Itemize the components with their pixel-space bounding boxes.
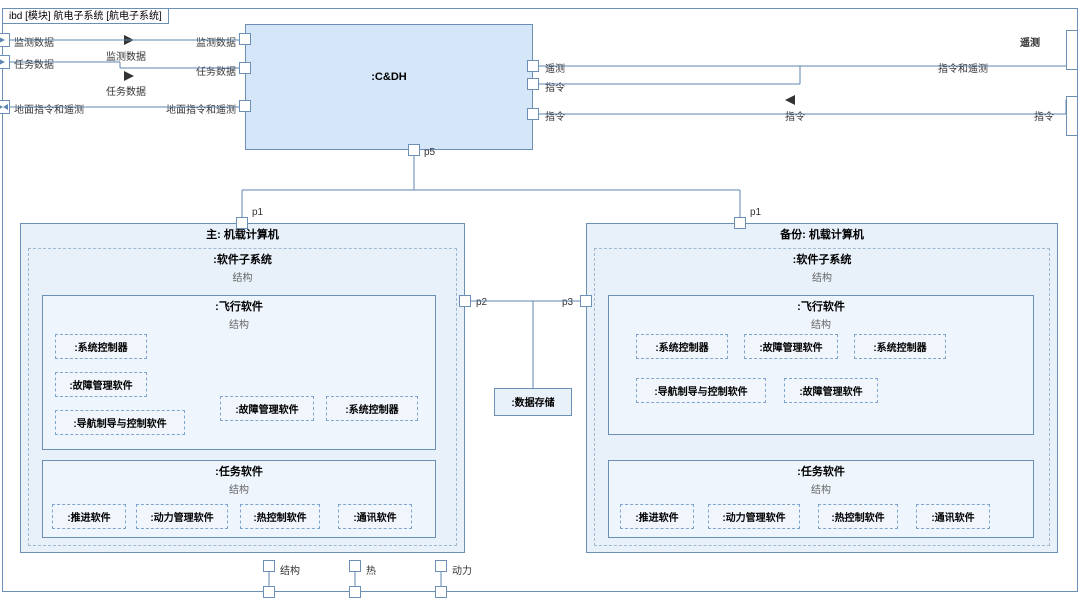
cdh-port-command-out[interactable]	[527, 78, 539, 90]
primary-struct-label: 结构	[29, 269, 456, 284]
bottom-port-heat[interactable]	[349, 560, 361, 572]
backup-port-p1[interactable]	[734, 217, 746, 229]
cdh-p5-label: p5	[424, 147, 435, 158]
cdh-port-ground[interactable]	[239, 100, 251, 112]
flow-lbl-monitor: 监测数据	[106, 48, 146, 63]
bk-part-fault2[interactable]: :故障管理软件	[784, 378, 878, 403]
cdh-port-mission[interactable]	[239, 62, 251, 74]
cdh-label-monitor: 监测数据	[178, 34, 236, 49]
boundary-label-ground: 地面指令和遥测	[14, 101, 84, 116]
backup-flightsw-struct: 结构	[609, 316, 1033, 331]
cdh-label-ground: 地面指令和遥测	[140, 101, 236, 116]
bk-part-nav[interactable]: :导航制导与控制软件	[636, 378, 766, 403]
primary-port-p1[interactable]	[236, 217, 248, 229]
bk-part-comm[interactable]: :通讯软件	[916, 504, 990, 529]
bk-part-sysctrl1[interactable]: :系统控制器	[636, 334, 728, 359]
bk-part-prop[interactable]: :推进软件	[620, 504, 694, 529]
cdh-port-p5[interactable]	[408, 144, 420, 156]
cdh-title: :C&DH	[246, 69, 532, 85]
frame-bottom-port-heat[interactable]	[349, 586, 361, 598]
boundary-port-ground[interactable]	[0, 100, 10, 114]
bottom-label-power: 动力	[452, 562, 472, 577]
boundary-port-telemetry-right[interactable]	[1066, 30, 1078, 70]
bk-part-sysctrl2[interactable]: :系统控制器	[854, 334, 946, 359]
command-far-label: 指令	[1034, 108, 1054, 123]
primary-p2-label: p2	[476, 297, 487, 308]
part-fault-l[interactable]: :故障管理软件	[55, 372, 147, 397]
cmd-telemetry-label: 指令和遥测	[938, 60, 988, 75]
backup-flightsw-title: :飞行软件	[609, 296, 1033, 316]
backup-struct-label: 结构	[595, 269, 1049, 284]
part-sysctrl-r[interactable]: :系统控制器	[326, 396, 418, 421]
primary-swsub-title: :软件子系统	[29, 249, 456, 269]
backup-title: 备份: 机载计算机	[587, 224, 1057, 244]
bottom-port-power[interactable]	[435, 560, 447, 572]
datastore-title: :数据存储	[495, 389, 571, 411]
bottom-port-struct[interactable]	[263, 560, 275, 572]
boundary-port-mission[interactable]	[0, 55, 10, 69]
cdh-rlabel-command-in: 指令	[545, 108, 565, 123]
backup-p3-label: p3	[562, 297, 573, 308]
diagram-canvas: ibd [模块] 航电子系统 [航电子系统] 监测数据 任务数据 地面指令和遥测…	[0, 0, 1080, 596]
primary-missionsw-title: :任务软件	[43, 461, 435, 481]
flow-tri-command	[785, 95, 795, 105]
telemetry-far-label: 遥测	[1020, 34, 1040, 49]
cdh-port-telemetry[interactable]	[527, 60, 539, 72]
part-comm[interactable]: :通讯软件	[338, 504, 412, 529]
datastore-block[interactable]: :数据存储	[494, 388, 572, 416]
bottom-label-struct: 结构	[280, 562, 300, 577]
part-prop[interactable]: :推进软件	[52, 504, 126, 529]
flow-tri-mission	[124, 71, 134, 81]
backup-missionsw-struct: 结构	[609, 481, 1033, 496]
primary-missionsw-struct: 结构	[43, 481, 435, 496]
part-nav-l[interactable]: :导航制导与控制软件	[55, 410, 185, 435]
cdh-rlabel-telemetry: 遥测	[545, 60, 565, 75]
part-power[interactable]: :动力管理软件	[136, 504, 228, 529]
primary-flightsw-title: :飞行软件	[43, 296, 435, 316]
bk-part-fault1[interactable]: :故障管理软件	[744, 334, 838, 359]
bk-part-power[interactable]: :动力管理软件	[708, 504, 800, 529]
part-thermal[interactable]: :热控制软件	[240, 504, 320, 529]
bottom-label-heat: 热	[366, 562, 376, 577]
primary-p1-label: p1	[252, 207, 263, 218]
cdh-label-mission: 任务数据	[178, 63, 236, 78]
part-fault-r[interactable]: :故障管理软件	[220, 396, 314, 421]
frame-bottom-port-struct[interactable]	[263, 586, 275, 598]
cdh-port-command-in[interactable]	[527, 108, 539, 120]
flow-lbl-mission: 任务数据	[106, 83, 146, 98]
boundary-port-command-right[interactable]	[1066, 96, 1078, 136]
bk-part-thermal[interactable]: :热控制软件	[818, 504, 898, 529]
backup-swsub-title: :软件子系统	[595, 249, 1049, 269]
backup-p1-label: p1	[750, 207, 761, 218]
cdh-port-monitor[interactable]	[239, 33, 251, 45]
part-sys-ctrl-l[interactable]: :系统控制器	[55, 334, 147, 359]
primary-flightsw-port-p2[interactable]	[459, 295, 471, 307]
cdh-block[interactable]: :C&DH	[245, 24, 533, 150]
backup-flightsw-port-p3[interactable]	[580, 295, 592, 307]
backup-flight-sw[interactable]: :飞行软件 结构	[608, 295, 1034, 435]
command-mid-label: 指令	[785, 108, 805, 123]
frame-title: ibd [模块] 航电子系统 [航电子系统]	[2, 8, 169, 24]
cdh-rlabel-command-out: 指令	[545, 79, 565, 94]
backup-missionsw-title: :任务软件	[609, 461, 1033, 481]
boundary-label-mission: 任务数据	[14, 56, 54, 71]
boundary-port-monitor[interactable]	[0, 33, 10, 47]
primary-flightsw-struct: 结构	[43, 316, 435, 331]
flow-tri-monitor	[124, 35, 134, 45]
boundary-label-monitor: 监测数据	[14, 34, 54, 49]
frame-bottom-port-power[interactable]	[435, 586, 447, 598]
